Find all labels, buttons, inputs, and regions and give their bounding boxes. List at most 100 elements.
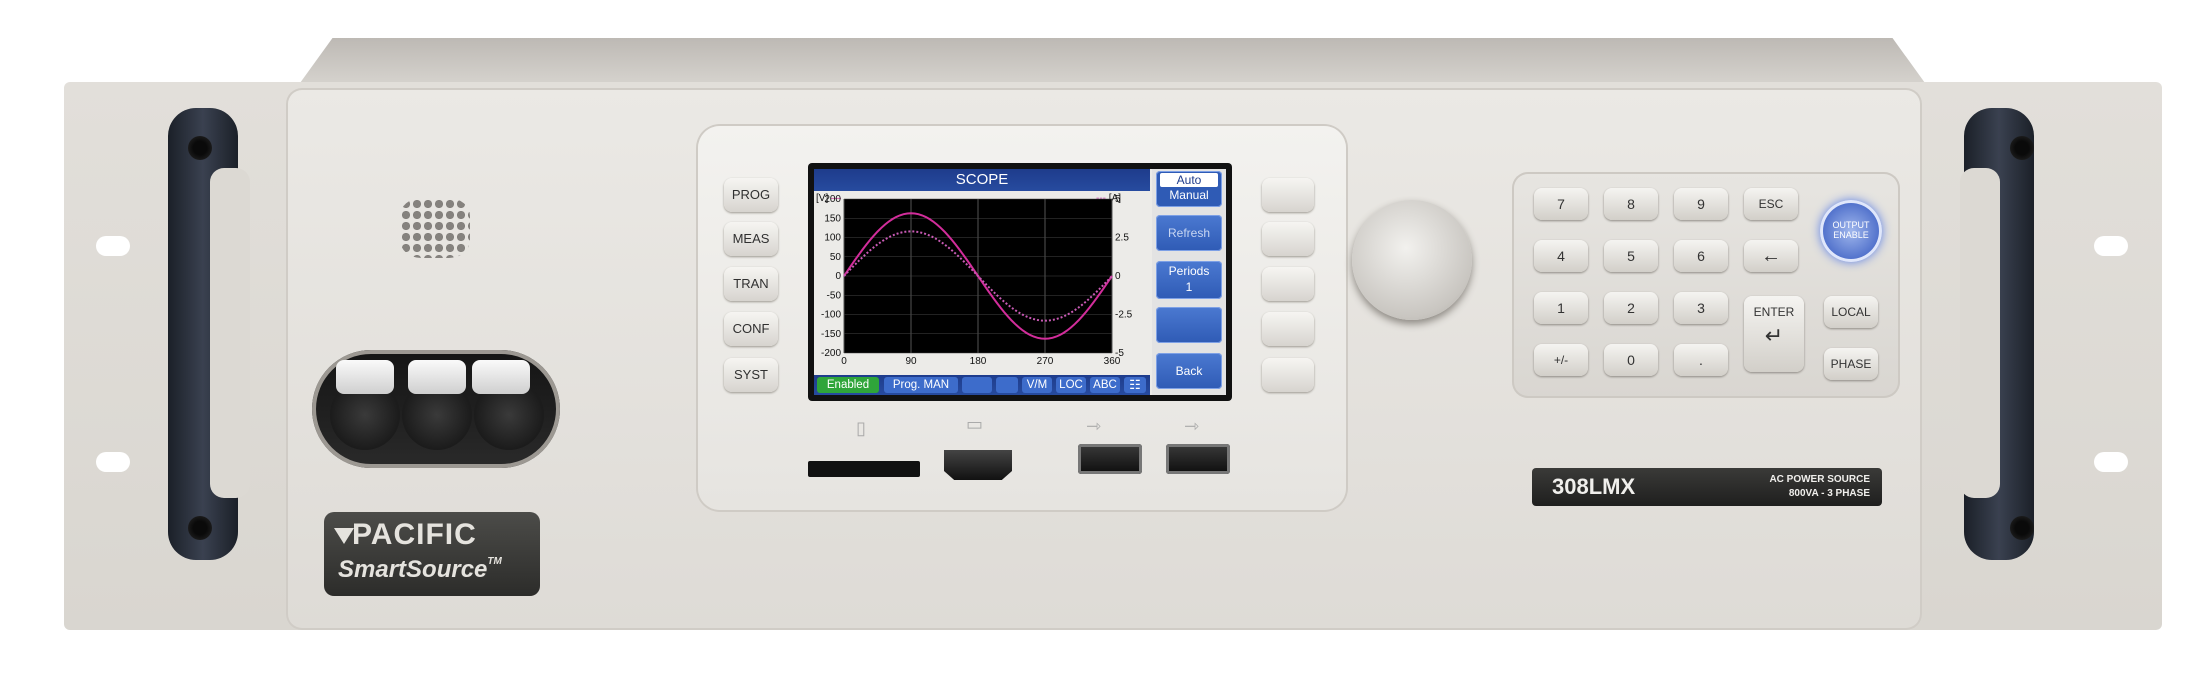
scope-chart: 200150100500-50-100-150-20052.50-2.5-50 9… [821,194,1133,367]
tran-key[interactable]: TRAN [724,267,778,301]
fuse-cap [472,360,530,394]
sd-card-icon: ▯ [856,418,866,438]
rack-hole [96,236,130,256]
prog-key[interactable]: PROG [724,178,778,212]
screw [2010,136,2034,160]
speaker-grille [400,198,470,258]
periods-button[interactable]: Periods 1 [1156,261,1222,299]
plus-minus-key[interactable]: +/- [1534,344,1588,376]
softkey-2[interactable] [1262,222,1314,256]
local-key[interactable]: LOCAL [1824,296,1878,328]
x-tick-label: 90 [905,356,917,367]
key-5[interactable]: 5 [1604,240,1658,272]
left-tick-label: -150 [821,329,841,340]
decimal-key[interactable]: . [1674,344,1728,376]
chassis-top [300,38,1925,83]
conf-key[interactable]: CONF [724,312,778,346]
phase-key[interactable]: PHASE [1824,348,1878,380]
usb-port[interactable] [1078,444,1142,474]
pacific-logo-icon [334,528,354,544]
usb-icon: ⇾ [1086,416,1102,436]
auto-option[interactable]: Auto [1160,173,1218,187]
key-8[interactable]: 8 [1604,188,1658,220]
enter-key[interactable]: ENTER ↵ [1744,296,1804,372]
softkey-5[interactable] [1262,358,1314,392]
model-name: 308LMX [1552,474,1636,499]
brand-name: PACIFIC [352,518,477,551]
blank-badge [996,377,1018,393]
model-plate: 308LMX AC POWER SOURCE 800VA - 3 PHASE [1532,468,1882,506]
periods-label: Periods [1168,264,1210,278]
softkey-4[interactable] [1262,312,1314,346]
left-tick-label: -50 [827,290,842,301]
rotary-knob[interactable] [1352,200,1472,320]
key-3[interactable]: 3 [1674,292,1728,324]
mode-button[interactable]: Auto Manual [1156,171,1222,207]
x-tick-label: 270 [1037,356,1054,367]
periods-value: 1 [1185,280,1193,294]
model-description-line-2: 800VA - 3 PHASE [1788,488,1870,499]
output-enable-button[interactable]: OUTPUT ENABLE [1820,200,1882,262]
key-0[interactable]: 0 [1604,344,1658,376]
key-6[interactable]: 6 [1674,240,1728,272]
softkey-3[interactable] [1262,267,1314,301]
left-tick-label: 200 [824,194,841,205]
right-tick-label: -2.5 [1115,310,1133,321]
esc-key[interactable]: ESC [1744,188,1798,220]
scope-title: SCOPE [814,169,1150,191]
vm-badge: V/M [1022,377,1052,393]
output-enable-label-1: OUTPUT [1832,220,1870,230]
enter-label: ENTER [1753,305,1795,319]
status-bar: Enabled Prog. MAN V/M LOC ABC ☷ [814,375,1150,395]
softkey-1[interactable] [1262,178,1314,212]
product-line: SmartSourceTM [338,556,502,583]
blank-menu-button[interactable] [1156,307,1222,343]
enabled-badge: Enabled [817,377,879,393]
screw [188,516,212,540]
right-tick-label: 2.5 [1115,233,1129,244]
x-tick-label: 180 [970,356,987,367]
x-tick-label: 0 [841,356,847,367]
fuse-cap [336,360,394,394]
left-tick-label: 150 [824,213,841,224]
key-7[interactable]: 7 [1534,188,1588,220]
sd-card-slot[interactable] [808,461,920,477]
right-tick-label: 5 [1115,194,1121,205]
key-1[interactable]: 1 [1534,292,1588,324]
left-tick-label: -100 [821,310,841,321]
brand-logo: PACIFIC SmartSourceTM [324,512,540,596]
left-tick-label: 0 [835,271,841,282]
usb-icon: ⇾ [1184,416,1200,436]
fuse-cap [408,360,466,394]
key-4[interactable]: 4 [1534,240,1588,272]
rack-hole [96,452,130,472]
output-enable-label-2: ENABLE [1833,230,1869,240]
right-tick-label: 0 [1115,271,1121,282]
key-2[interactable]: 2 [1604,292,1658,324]
refresh-button[interactable]: Refresh [1156,215,1222,251]
lcd-screen: SCOPE [V] — --- [A] 200 150 100 50 0 -50 -100-… [814,169,1226,395]
loc-badge: LOC [1056,377,1086,393]
back-button[interactable]: Back [1156,353,1222,389]
backspace-key[interactable]: ← [1744,240,1798,272]
enter-arrow-icon: ↵ [1764,323,1784,348]
left-handle-gap [210,168,250,498]
hdmi-port[interactable] [944,450,1012,480]
screw [188,136,212,160]
right-handle-gap [1960,168,2000,498]
prog-mode-badge: Prog. MAN [884,377,958,393]
rack-hole [2094,452,2128,472]
screen-menu: Auto Manual Refresh Periods 1 Back [1152,169,1226,395]
syst-key[interactable]: SYST [724,358,778,392]
screw [2010,516,2034,540]
blank-badge [962,377,992,393]
left-tick-label: 50 [830,252,842,263]
usb-port[interactable] [1166,444,1230,474]
left-tick-label: -200 [821,348,841,359]
display-port-icon: ▭ [966,414,984,434]
x-tick-label: 360 [1104,356,1121,367]
fuse-holder [312,350,560,468]
manual-option[interactable]: Manual [1156,187,1222,203]
meas-key[interactable]: MEAS [724,222,778,256]
key-9[interactable]: 9 [1674,188,1728,220]
